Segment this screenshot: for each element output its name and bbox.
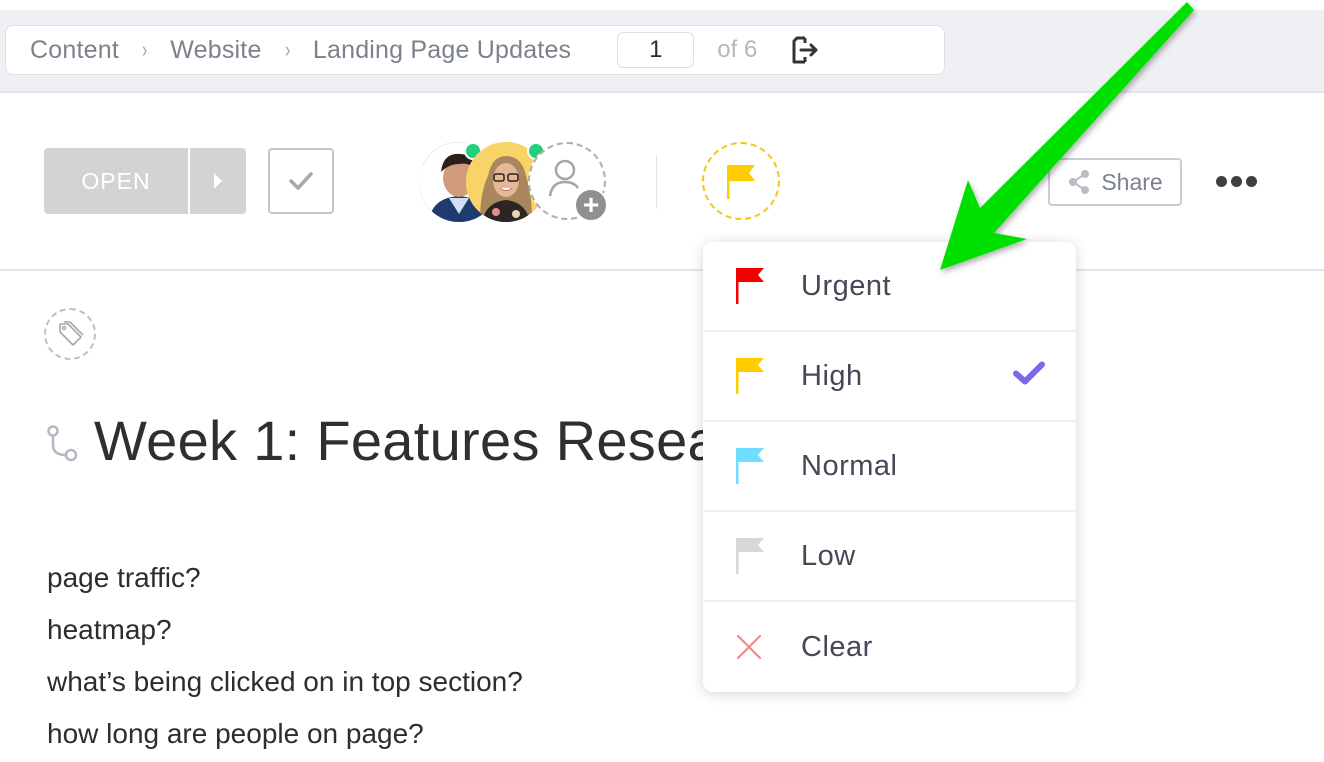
breadcrumb-item-website[interactable]: Website — [170, 36, 261, 65]
flag-icon — [703, 446, 801, 486]
priority-option-low[interactable]: Low — [703, 512, 1076, 602]
task-description[interactable]: page traffic? heatmap? what’s being clic… — [47, 560, 523, 762]
more-options-button[interactable] — [1212, 170, 1260, 192]
description-line: heatmap? — [47, 614, 172, 645]
toolbar-divider — [656, 155, 657, 209]
priority-option-label: Urgent — [801, 269, 892, 302]
task-title[interactable]: Week 1: Features Resea — [94, 408, 719, 473]
share-button[interactable]: Share — [1048, 158, 1182, 206]
next-status-button[interactable] — [190, 148, 246, 214]
plus-icon: + — [574, 188, 608, 222]
priority-option-label: Low — [801, 539, 856, 572]
status-button[interactable]: OPEN — [44, 148, 246, 214]
status-label[interactable]: OPEN — [44, 148, 188, 214]
add-tag-button[interactable] — [44, 308, 96, 360]
priority-option-clear[interactable]: Clear — [703, 602, 1076, 692]
exit-icon[interactable] — [791, 34, 819, 66]
more-dot — [1245, 175, 1257, 187]
toolbar-bottom-divider — [0, 269, 1324, 271]
breadcrumb: Content › Website › Landing Page Updates… — [5, 25, 945, 75]
share-label: Share — [1101, 168, 1163, 195]
priority-option-normal[interactable]: Normal — [703, 422, 1076, 512]
priority-option-label: Normal — [801, 449, 898, 482]
flag-icon — [703, 356, 801, 396]
page-number-input[interactable] — [617, 32, 695, 68]
priority-button[interactable] — [702, 142, 780, 220]
description-line: what’s being clicked on in top section? — [47, 666, 523, 697]
priority-option-high[interactable]: High — [703, 332, 1076, 422]
flag-icon — [727, 165, 755, 199]
description-line: page traffic? — [47, 562, 201, 593]
tag-icon — [59, 321, 84, 346]
breadcrumb-item-landing-page-updates[interactable]: Landing Page Updates — [313, 36, 571, 65]
priority-option-urgent[interactable]: Urgent — [703, 242, 1076, 332]
priority-dropdown: Urgent High Normal Low Clear — [703, 242, 1076, 692]
more-dot — [1230, 175, 1242, 187]
selected-check-icon — [1012, 361, 1046, 392]
flag-icon — [703, 536, 801, 576]
more-dot — [1215, 175, 1227, 187]
chevron-right-icon — [214, 173, 222, 189]
checkmark-icon — [289, 172, 313, 190]
complete-task-button[interactable] — [268, 148, 334, 214]
breadcrumb-item-content[interactable]: Content — [30, 36, 119, 65]
share-icon — [1069, 170, 1090, 194]
subtask-icon — [47, 425, 78, 462]
page-total: of 6 — [717, 36, 758, 63]
breadcrumb-separator: › — [142, 37, 148, 62]
close-icon — [703, 632, 801, 662]
add-assignee-button[interactable]: + — [528, 142, 608, 222]
priority-option-label: Clear — [801, 630, 873, 663]
flag-icon — [703, 266, 801, 306]
priority-option-label: High — [801, 359, 863, 392]
description-line: how long are people on page? — [47, 718, 424, 749]
top-band: Content › Website › Landing Page Updates… — [0, 10, 1324, 93]
breadcrumb-separator: › — [284, 37, 290, 62]
